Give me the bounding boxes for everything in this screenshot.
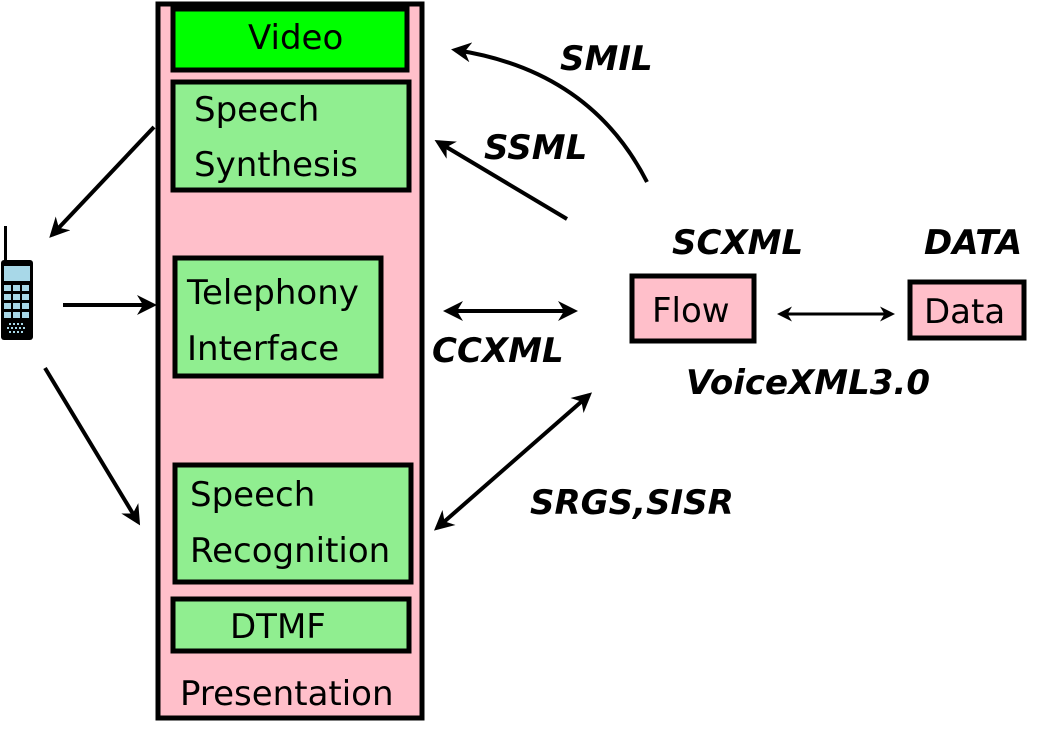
video-label: Video	[248, 18, 343, 58]
video-component: Video	[170, 6, 410, 73]
telephony-label-line1: Telephony	[186, 273, 359, 313]
data-label: Data	[924, 292, 1005, 332]
synthesis-to-phone-arrow	[49, 125, 156, 238]
voicexml-label: VoiceXML3.0	[686, 363, 930, 403]
data-title-label: DATA	[924, 223, 1022, 263]
ccxml-label: CCXML	[432, 331, 564, 371]
dtmf-component: DTMF	[170, 596, 412, 654]
flow-node: Flow	[629, 273, 757, 344]
speech-synthesis-label-line2: Synthesis	[194, 145, 358, 185]
speech-recognition-component: Speech Recognition	[172, 462, 414, 585]
voicexml-architecture-diagram: Presentation Video Speech Synthesis Tele…	[0, 0, 1037, 734]
telephony-label-line2: Interface	[187, 329, 339, 369]
speech-recognition-label-line1: Speech	[190, 475, 315, 515]
telephony-interface-component: Telephony Interface	[172, 255, 384, 379]
mobile-phone-icon	[1, 226, 33, 340]
scxml-label: SCXML	[672, 223, 803, 263]
ssml-label: SSML	[484, 128, 587, 168]
speech-synthesis-label-line1: Speech	[194, 90, 319, 130]
dtmf-label: DTMF	[230, 607, 326, 647]
data-node: Data	[907, 279, 1027, 341]
presentation-label: Presentation	[180, 674, 394, 714]
flow-label: Flow	[652, 291, 730, 331]
srgs-sisr-label: SRGS,SISR	[530, 483, 734, 523]
speech-synthesis-component: Speech Synthesis	[170, 79, 412, 193]
phone-to-recognition-arrow	[43, 366, 141, 526]
smil-label: SMIL	[560, 39, 653, 79]
speech-recognition-label-line2: Recognition	[190, 531, 390, 571]
